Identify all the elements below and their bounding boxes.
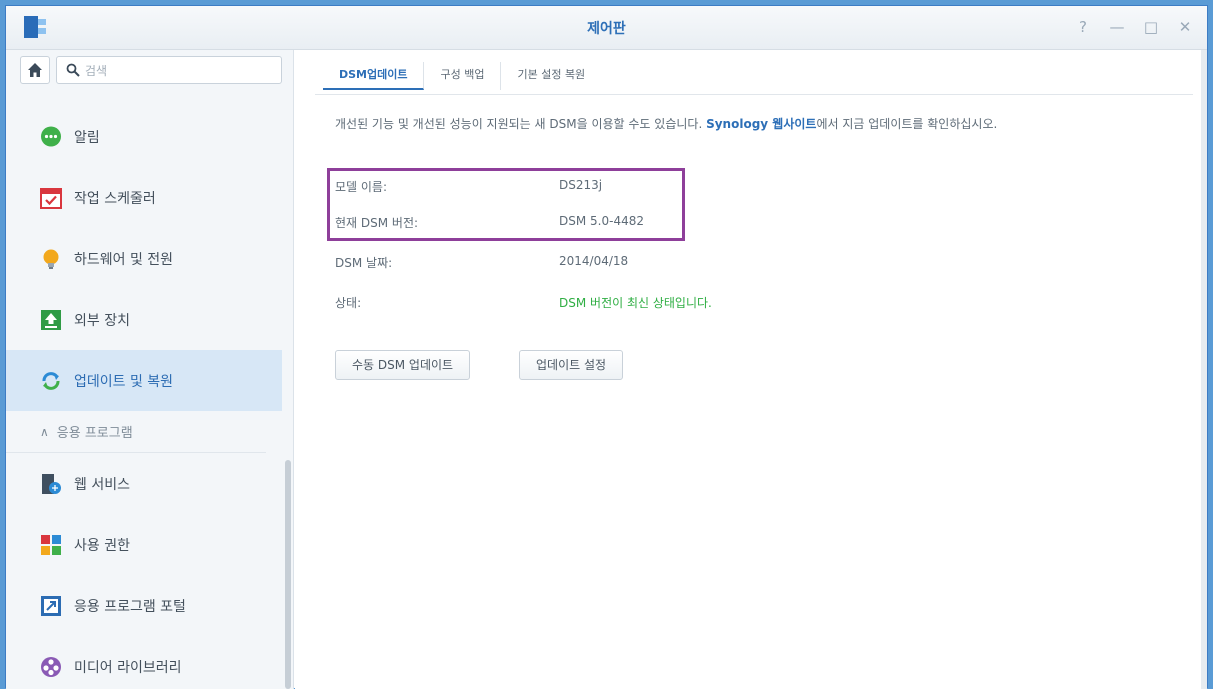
synology-website-link[interactable]: Synology 웹사이트 xyxy=(706,117,816,131)
sidebar-item-hardware-power[interactable]: 하드웨어 및 전원 xyxy=(6,228,282,289)
app-portal-icon xyxy=(40,595,62,617)
sidebar-item-label: 외부 장치 xyxy=(74,312,130,329)
control-panel-window: 제어판 ? — □ ✕ 알림 xyxy=(5,5,1208,689)
maximize-icon[interactable]: □ xyxy=(1143,18,1159,36)
sidebar-item-label: 알림 xyxy=(74,129,100,146)
tab-dsm-update[interactable]: DSM업데이트 xyxy=(323,62,425,90)
search-box[interactable] xyxy=(56,56,282,84)
search-icon xyxy=(66,63,80,77)
update-settings-button[interactable]: 업데이트 설정 xyxy=(519,350,624,380)
sidebar-item-label: 응용 프로그램 포털 xyxy=(74,598,186,615)
main-panel: DSM업데이트 구성 백업 기본 설정 복원 개선된 기능 및 개선된 성능이 … xyxy=(295,50,1207,689)
tab-bar: DSM업데이트 구성 백업 기본 설정 복원 xyxy=(323,62,601,90)
chat-bubble-icon xyxy=(40,126,62,148)
sidebar-item-label: 웹 서비스 xyxy=(74,476,130,493)
privileges-icon xyxy=(40,534,62,556)
dsm-version-value: DSM 5.0-4482 xyxy=(559,214,644,228)
sidebar-item-media-library[interactable]: 미디어 라이브러리 xyxy=(6,636,282,689)
dsm-date-label: DSM 날짜: xyxy=(335,256,393,270)
window-title: 제어판 xyxy=(587,21,626,37)
model-name-label: 모델 이름: xyxy=(335,180,388,194)
sidebar: 알림 작업 스케줄러 하드웨어 및 전원 외부 장치 xyxy=(6,50,294,689)
refresh-icon xyxy=(40,370,62,392)
sidebar-item-application-portal[interactable]: 응용 프로그램 포털 xyxy=(6,575,282,636)
sidebar-item-privileges[interactable]: 사용 권한 xyxy=(6,514,282,575)
sidebar-nav: 알림 작업 스케줄러 하드웨어 및 전원 외부 장치 업데이트 및 복원 ∧ 응… xyxy=(6,106,282,689)
sidebar-item-task-scheduler[interactable]: 작업 스케줄러 xyxy=(6,167,282,228)
dsm-version-label: 현재 DSM 버전: xyxy=(335,216,419,230)
title-bar[interactable]: 제어판 ? — □ ✕ xyxy=(6,6,1207,50)
manual-dsm-update-button[interactable]: 수동 DSM 업데이트 xyxy=(335,350,471,380)
sidebar-item-label: 사용 권한 xyxy=(74,537,130,554)
sidebar-item-label: 미디어 라이브러리 xyxy=(74,659,182,676)
close-icon[interactable]: ✕ xyxy=(1177,18,1193,36)
upload-icon xyxy=(40,309,62,331)
sidebar-scrollbar[interactable] xyxy=(285,460,291,689)
status-label: 상태: xyxy=(335,296,362,310)
home-icon xyxy=(28,63,42,77)
status-value: DSM 버전이 최신 상태입니다. xyxy=(559,296,712,310)
sidebar-item-external-devices[interactable]: 외부 장치 xyxy=(6,289,282,350)
home-button[interactable] xyxy=(20,56,50,84)
media-library-icon xyxy=(40,656,62,678)
section-label: 응용 프로그램 xyxy=(56,426,133,441)
lightbulb-icon xyxy=(40,248,62,270)
sidebar-item-label: 하드웨어 및 전원 xyxy=(74,251,174,268)
sidebar-item-update-restore[interactable]: 업데이트 및 복원 xyxy=(6,350,282,411)
model-name-value: DS213j xyxy=(559,178,603,192)
tab-divider xyxy=(315,94,1193,95)
update-description: 개선된 기능 및 개선된 성능이 지원되는 새 DSM을 이용할 수도 있습니다… xyxy=(335,117,998,131)
tab-restore-defaults[interactable]: 기본 설정 복원 xyxy=(501,62,601,90)
minimize-icon[interactable]: — xyxy=(1109,18,1125,36)
chevron-up-icon: ∧ xyxy=(40,424,49,439)
main-scrollbar[interactable] xyxy=(1201,50,1207,689)
sidebar-item-notification[interactable]: 알림 xyxy=(6,106,282,167)
web-service-icon xyxy=(40,473,62,495)
help-icon[interactable]: ? xyxy=(1075,18,1091,36)
section-applications[interactable]: ∧ 응용 프로그램 xyxy=(6,411,266,453)
sidebar-item-label: 작업 스케줄러 xyxy=(74,190,156,207)
sidebar-item-web-services[interactable]: 웹 서비스 xyxy=(6,453,282,514)
sidebar-item-label: 업데이트 및 복원 xyxy=(74,373,174,390)
calendar-icon xyxy=(40,187,62,209)
tab-config-backup[interactable]: 구성 백업 xyxy=(424,62,502,90)
dsm-date-value: 2014/04/18 xyxy=(559,254,629,268)
search-input[interactable] xyxy=(85,61,275,81)
